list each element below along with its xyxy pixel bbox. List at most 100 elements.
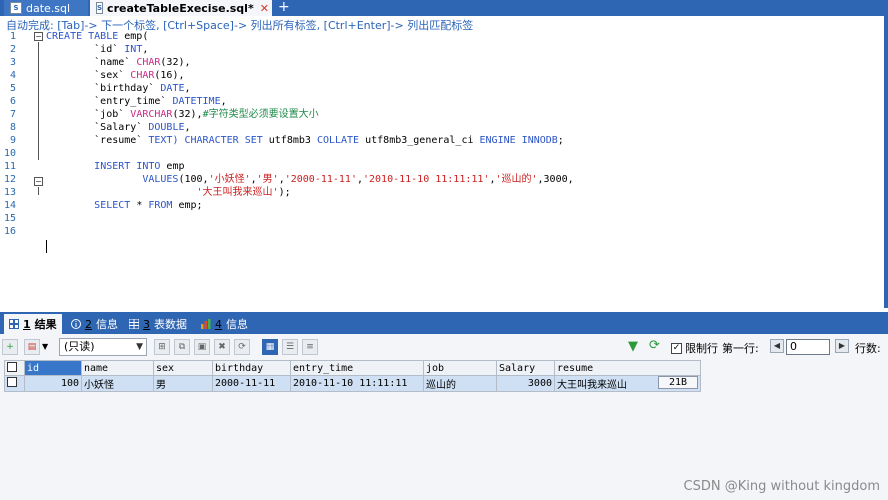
code-line: `Salary` DOUBLE,	[46, 121, 191, 134]
cell-birthday[interactable]: 2000-11-11	[212, 375, 291, 392]
result-grid: id name sex birthday entry_time job Sala…	[4, 360, 701, 392]
tab-label: date.sql	[26, 1, 71, 15]
code-token: ,	[184, 122, 191, 133]
code-token: '2010-11-10 11:11:11'	[363, 174, 490, 185]
table-row[interactable]: 100 小妖怪 男 2000-11-11 2010-11-10 11:11:11…	[4, 375, 701, 392]
reload-icon[interactable]: ⟳	[649, 338, 660, 353]
export-icon[interactable]: ▤	[24, 339, 40, 355]
limit-rows-toggle[interactable]: ✓ 限制行	[671, 340, 718, 356]
code-token: (100,	[178, 174, 209, 185]
tab-label: 信息	[226, 318, 248, 331]
column-header[interactable]: Salary	[496, 360, 555, 376]
cell-entry-time[interactable]: 2010-11-10 11:11:11	[290, 375, 424, 392]
first-row-label: 第一行:	[722, 342, 759, 355]
cell-id[interactable]: 100	[24, 375, 82, 392]
sql-file-icon: S	[10, 2, 22, 14]
code-token: INT	[124, 44, 143, 55]
column-header[interactable]: id	[24, 360, 82, 376]
code-token: emp(	[118, 31, 149, 42]
code-token: INNODB	[521, 135, 558, 146]
column-header[interactable]: entry_time	[290, 360, 424, 376]
duplicate-row-icon[interactable]: ⧉	[174, 339, 190, 355]
tab-messages[interactable]: 2 信息	[66, 314, 123, 334]
tab-create-table-execise[interactable]: S createTableExecise.sql* ✕	[90, 0, 272, 16]
grid-header-row: id name sex birthday entry_time job Sala…	[4, 360, 701, 376]
code-line: INSERT INTO emp	[46, 160, 184, 173]
insert-row-icon[interactable]: ⊞	[154, 339, 170, 355]
code-token: utf8mb3	[262, 135, 317, 146]
editor-tab-bar: S date.sql S createTableExecise.sql* ✕ +	[0, 0, 888, 16]
tab-label: createTableExecise.sql*	[107, 1, 254, 15]
cell-resume[interactable]: 大王叫我来巡山 21B	[554, 375, 701, 392]
chevron-down-icon: ▼	[136, 342, 143, 352]
blob-size-badge[interactable]: 21B	[657, 376, 698, 389]
line-number: 4	[9, 70, 16, 81]
grid-view-icon[interactable]: ▦	[262, 339, 278, 355]
column-header[interactable]: name	[81, 360, 154, 376]
row-count-label: 行数:	[855, 342, 881, 355]
code-token: (32),	[160, 57, 191, 68]
tab-number: 4	[215, 317, 222, 331]
delete-icon[interactable]: ✖	[214, 339, 230, 355]
tab-result[interactable]: 1 结果	[4, 314, 62, 334]
sql-editor[interactable]: 自动完成: [Tab]-> 下一个标签, [Ctrl+Space]-> 列出所有…	[0, 16, 888, 310]
sql-file-icon: S	[96, 2, 104, 14]
code-line: '大王叫我来巡山');	[46, 186, 291, 199]
form-view-icon[interactable]: ☰	[282, 339, 298, 355]
line-number: 11	[3, 161, 16, 172]
cell-name[interactable]: 小妖怪	[81, 375, 154, 392]
column-header[interactable]: resume	[554, 360, 701, 376]
code-token: TEXT) CHARACTER SET	[148, 135, 263, 146]
first-row-input[interactable]: 0	[786, 339, 830, 355]
fold-toggle-icon[interactable]: −	[34, 32, 43, 41]
tab-info[interactable]: 4 信息	[196, 314, 253, 334]
row-checkbox[interactable]	[7, 377, 17, 387]
prev-page-button[interactable]: ◀	[770, 339, 784, 353]
add-tab-icon[interactable]: +	[278, 0, 290, 16]
fold-guide	[38, 187, 39, 195]
tab-date-sql[interactable]: S date.sql	[4, 0, 88, 16]
edit-mode-select[interactable]: (只读) ▼	[59, 338, 147, 356]
limit-checkbox[interactable]: ✓	[671, 342, 682, 354]
cell-job[interactable]: 巡山的	[423, 375, 497, 392]
code-line: `sex` CHAR(16),	[46, 69, 184, 82]
cell-salary[interactable]: 3000	[496, 375, 555, 392]
code-token: ,3000,	[537, 174, 574, 185]
code-token: COLLATE	[316, 135, 360, 146]
tab-label: 表数据	[154, 318, 187, 331]
column-header[interactable]: sex	[153, 360, 213, 376]
code-token: DOUBLE	[148, 122, 185, 133]
chevron-down-icon[interactable]: ▼	[42, 342, 48, 351]
code-token: DATETIME	[172, 96, 221, 107]
select-all-cell[interactable]	[4, 360, 25, 376]
select-all-checkbox[interactable]	[7, 361, 17, 372]
next-page-button[interactable]: ▶	[835, 339, 849, 353]
cell-sex[interactable]: 男	[153, 375, 213, 392]
code-token: INSERT INTO	[94, 161, 161, 172]
row-select-cell[interactable]	[4, 375, 25, 392]
column-header[interactable]: job	[423, 360, 497, 376]
code-token: emp;	[172, 200, 203, 211]
code-line: SELECT * FROM emp;	[46, 199, 203, 212]
tab-table-data[interactable]: 3 表数据	[124, 314, 192, 334]
limit-label: 限制行	[685, 342, 718, 355]
code-token: '男'	[256, 174, 279, 185]
code-line: `job` VARCHAR(32),#字符类型必须要设置大小	[46, 108, 318, 121]
save-icon[interactable]: ▣	[194, 339, 210, 355]
filter-icon[interactable]: ▼	[628, 339, 638, 354]
text-view-icon[interactable]: ≡	[302, 339, 318, 355]
column-header[interactable]: birthday	[212, 360, 291, 376]
result-panel: 1 结果 2 信息 3 表数据 4 信息 + ▤ ▼ (只读) ▼ ⊞ ⧉ ▣ …	[0, 312, 888, 500]
code-token: '巡山的'	[495, 174, 538, 185]
line-number: 7	[9, 109, 16, 120]
code-token: `Salary`	[46, 122, 149, 133]
edit-mode-value: (只读)	[64, 340, 95, 353]
close-icon[interactable]: ✕	[260, 2, 269, 15]
app-window: { "tabs": [ {"label": "date.sql", "activ…	[0, 0, 888, 500]
add-row-icon[interactable]: +	[2, 339, 18, 355]
refresh-grid-icon[interactable]: ⟳	[234, 339, 250, 355]
fold-toggle-icon[interactable]: −	[34, 177, 43, 186]
editor-scrollbar[interactable]	[884, 16, 888, 308]
code-token: *	[130, 200, 149, 211]
